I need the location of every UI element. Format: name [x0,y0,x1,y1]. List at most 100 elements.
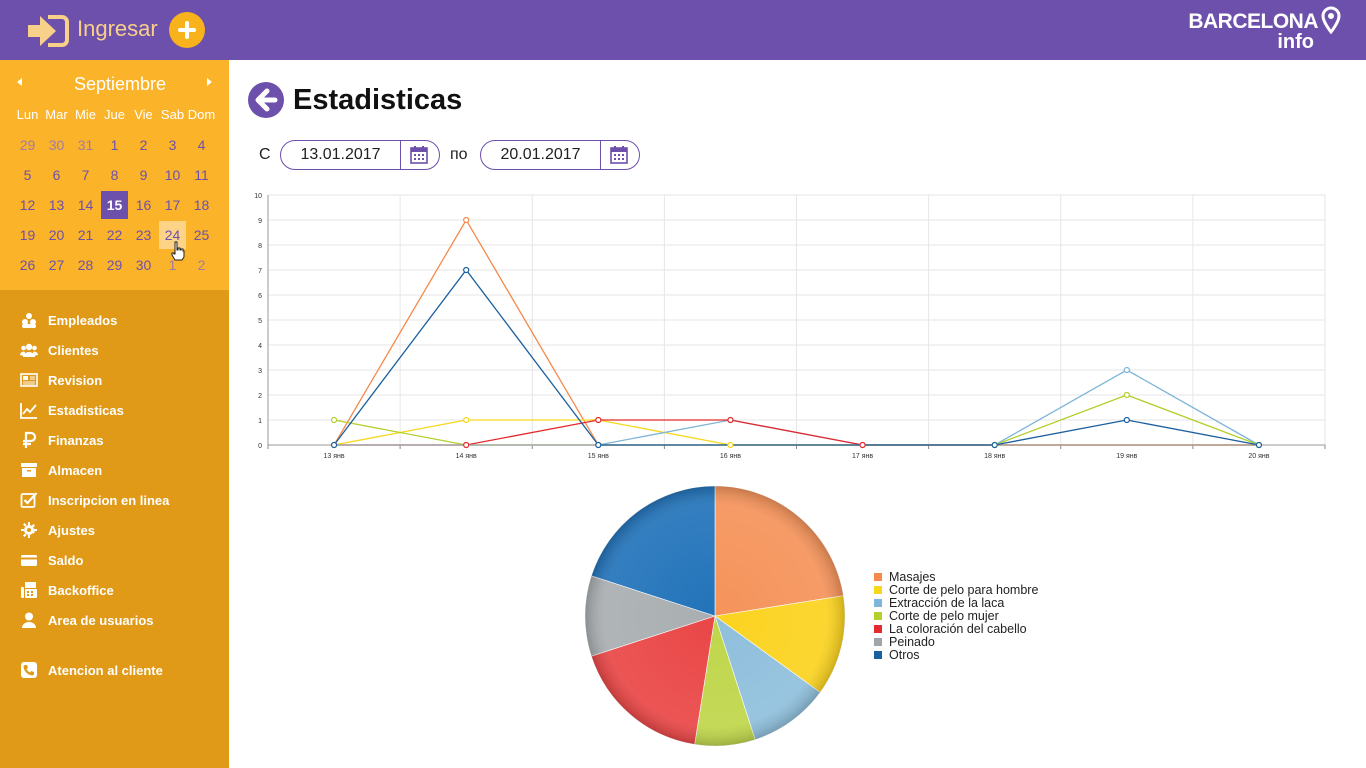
calendar-day[interactable]: 26 [14,250,41,280]
y-tick-label: 4 [258,343,262,350]
calendar-icon[interactable] [609,145,629,165]
data-point[interactable] [991,441,998,449]
date-from-field[interactable]: 13.01.2017 [280,140,440,170]
calendar-day[interactable]: 30 [130,250,157,280]
calendar-day[interactable]: 29 [14,130,41,160]
sidebar-item-label: Area de usuarios [48,612,154,628]
legend-swatch [874,650,882,659]
legend-item[interactable]: Corte de pelo mujer [874,609,1038,623]
calendar-day[interactable]: 19 [14,220,41,250]
data-point[interactable] [463,416,470,424]
calendar-day[interactable]: 9 [130,160,157,190]
legend-label: La coloración del cabello [889,621,1027,636]
legend-item[interactable]: Extracción de la laca [874,596,1038,610]
calendar-day[interactable]: 7 [72,160,99,190]
back-button[interactable] [248,82,284,118]
calendar-day[interactable]: 28 [72,250,99,280]
calendar-icon[interactable] [409,145,429,165]
calendar-day[interactable]: 12 [14,190,41,220]
data-point[interactable] [463,266,470,274]
sidebar-item-revision[interactable]: Revision [0,365,229,395]
add-button[interactable] [169,12,205,48]
data-point[interactable] [1123,391,1130,399]
y-tick-label: 2 [258,393,262,400]
sign-in-icon[interactable] [26,13,70,49]
calendar-day[interactable]: 30 [43,130,70,160]
calendar-day[interactable]: 20 [43,220,70,250]
date-to-value[interactable]: 20.01.2017 [481,141,600,169]
calendar-day[interactable]: 2 [188,250,215,280]
data-point[interactable] [330,416,338,424]
calendar-day[interactable]: 27 [43,250,70,280]
weekday-label: Mar [45,107,68,122]
legend-item[interactable]: Corte de pelo para hombre [874,583,1038,597]
sidebar-item-backoffice[interactable]: Backoffice [0,575,229,605]
sidebar-item-estadisticas[interactable]: Estadisticas [0,395,229,425]
prev-month-icon[interactable] [17,78,22,86]
data-point[interactable] [1123,416,1130,424]
legend-item[interactable]: Otros [874,648,1038,662]
calendar-day[interactable]: 25 [188,220,215,250]
sidebar-item-label: Estadisticas [48,402,124,418]
x-tick-label: 15 янв [588,453,609,460]
calendar-day[interactable]: 23 [130,220,157,250]
calendar-day[interactable]: 1 [101,130,128,160]
calendar-day[interactable]: 16 [130,190,157,220]
calendar-day[interactable]: 2 [130,130,157,160]
legend-item[interactable]: Masajes [874,570,1038,584]
weekday-label: Dom [187,107,216,122]
pie-chart [584,485,846,747]
calendar-day[interactable]: 4 [188,130,215,160]
calendar-day[interactable]: 6 [43,160,70,190]
legend-swatch [874,611,882,620]
y-tick-label: 7 [258,268,262,275]
legend-swatch [874,598,882,607]
sidebar-item-atencion-al-cliente[interactable]: Atencion al cliente [0,655,229,685]
data-point[interactable] [727,441,734,449]
calendar-day[interactable]: 21 [72,220,99,250]
sidebar-item-ajustes[interactable]: Ajustes [0,515,229,545]
sidebar-item-clientes[interactable]: Clientes [0,335,229,365]
data-point[interactable] [330,441,338,449]
legend-swatch [874,624,882,633]
data-point[interactable] [595,416,602,424]
calendar-day[interactable]: 15 [101,191,128,219]
legend-item[interactable]: Peinado [874,635,1038,649]
legend-item[interactable]: La coloración del cabello [874,621,1038,636]
sidebar-item-label: Clientes [48,342,99,358]
calendar-day[interactable]: 22 [101,220,128,250]
sidebar-item-label: Atencion al cliente [48,662,163,678]
calendar-day[interactable]: 17 [159,190,186,220]
calendar-day[interactable]: 18 [188,190,215,220]
x-tick-label: 17 янв [852,453,873,460]
sidebar-item-area-de-usuarios[interactable]: Area de usuarios [0,605,229,635]
data-point[interactable] [1123,366,1130,374]
date-from-value[interactable]: 13.01.2017 [281,141,400,169]
calendar-day[interactable]: 31 [72,130,99,160]
sidebar-item-finanzas[interactable]: Finanzas [0,425,229,455]
next-month-icon[interactable] [207,78,212,86]
data-point[interactable] [463,441,470,449]
data-point[interactable] [727,416,734,424]
chart-line-icon [20,403,37,419]
data-point[interactable] [595,441,602,449]
data-point[interactable] [1255,441,1263,449]
calendar-day[interactable]: 10 [159,160,186,190]
map-pin-icon [1321,6,1341,34]
calendar-day[interactable]: 14 [72,190,99,220]
login-link[interactable]: Ingresar [77,16,158,42]
calendar-day[interactable]: 13 [43,190,70,220]
sidebar-item-almacen[interactable]: Almacen [0,455,229,485]
data-point[interactable] [463,216,470,224]
sidebar-item-inscripcion-en-linea[interactable]: Inscripcion en linea [0,485,229,515]
calendar-day[interactable]: 29 [101,250,128,280]
calendar-day[interactable]: 8 [101,160,128,190]
calendar-day[interactable]: 3 [159,130,186,160]
sidebar-item-empleados[interactable]: Empleados [0,305,229,335]
sidebar-item-saldo[interactable]: Saldo [0,545,229,575]
calendar-day[interactable]: 5 [14,160,41,190]
date-to-field[interactable]: 20.01.2017 [480,140,640,170]
calendar-day[interactable]: 11 [188,160,215,190]
data-point[interactable] [859,441,866,449]
sidebar-item-label: Ajustes [48,522,95,538]
